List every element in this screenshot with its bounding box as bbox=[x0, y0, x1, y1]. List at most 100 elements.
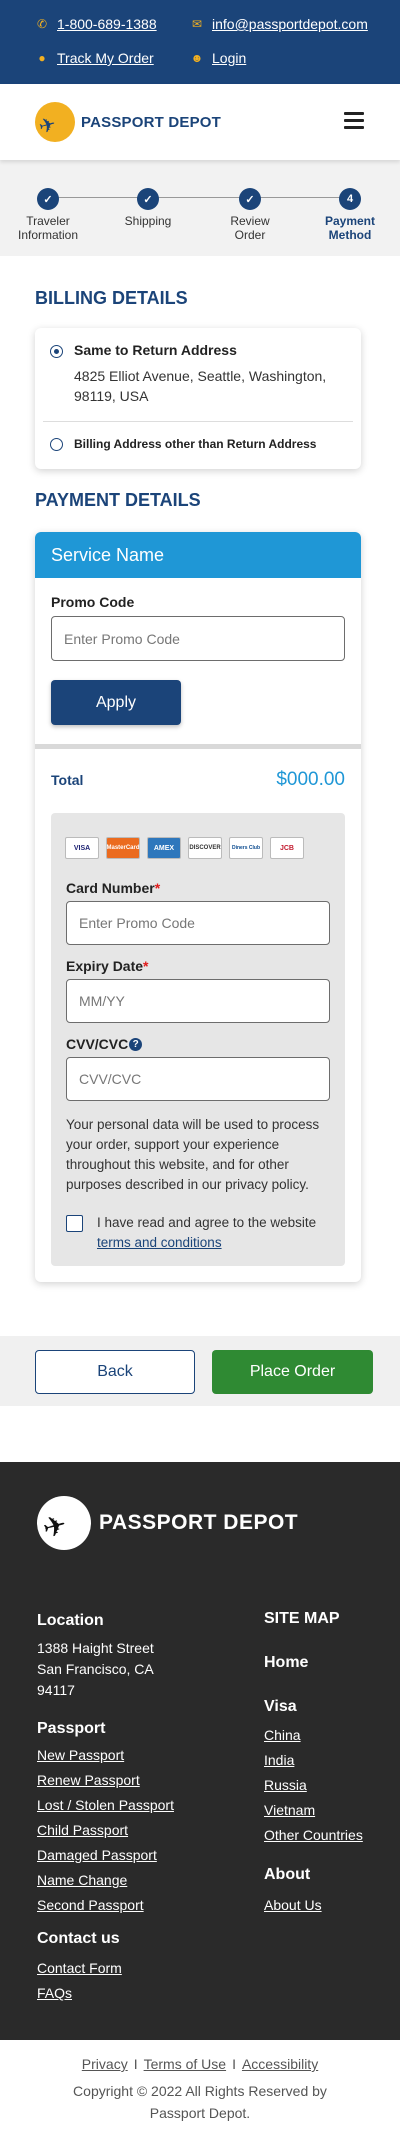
footer-link-lost-stolen[interactable]: Lost / Stolen Passport bbox=[37, 1797, 174, 1813]
mastercard-icon: MasterCard bbox=[106, 837, 140, 859]
login-link[interactable]: ☻ Login bbox=[190, 50, 247, 66]
footer-brand-name: PASSPORT DEPOT bbox=[99, 1511, 299, 1534]
footer-link-other-countries[interactable]: Other Countries bbox=[264, 1827, 363, 1843]
phone-icon: ✆ bbox=[36, 17, 48, 31]
footer-link-russia[interactable]: Russia bbox=[264, 1777, 307, 1793]
footer-passport-title: Passport bbox=[37, 1720, 106, 1737]
card-number-input[interactable]: Enter Promo Code bbox=[66, 901, 330, 945]
email-link[interactable]: ✉ info@passportdepot.com bbox=[190, 16, 368, 32]
check-icon: ✓ bbox=[239, 188, 261, 210]
footer-link-second-passport[interactable]: Second Passport bbox=[37, 1897, 144, 1913]
location-pin-icon: ● bbox=[38, 51, 46, 65]
step-payment-method[interactable]: 4 Payment Method bbox=[305, 188, 395, 242]
footer-contact-title: Contact us bbox=[37, 1930, 120, 1947]
brand-logo[interactable]: ✈ PASSPORT DEPOT bbox=[35, 102, 221, 142]
billing-title: BILLING DETAILS bbox=[35, 288, 188, 308]
step-traveler-information[interactable]: ✓ Traveler Information bbox=[3, 188, 93, 242]
footer-location-title: Location bbox=[37, 1612, 104, 1629]
email-address[interactable]: info@passportdepot.com bbox=[212, 16, 368, 32]
cvv-input[interactable]: CVV/CVC bbox=[66, 1057, 330, 1101]
track-order-label[interactable]: Track My Order bbox=[57, 50, 154, 66]
brand-name: PASSPORT DEPOT bbox=[81, 113, 222, 131]
phone-link[interactable]: ✆ 1-800-689-1388 bbox=[35, 16, 157, 32]
footer-link-about-us[interactable]: About Us bbox=[264, 1897, 322, 1913]
step-shipping[interactable]: ✓ Shipping bbox=[103, 188, 193, 228]
footer-link-contact-form[interactable]: Contact Form bbox=[37, 1960, 122, 1976]
copyright: Copyright © 2022 All Rights Reserved by … bbox=[73, 2083, 327, 2121]
diners-club-icon: Diners Club bbox=[229, 837, 263, 859]
phone-number[interactable]: 1-800-689-1388 bbox=[57, 16, 157, 32]
expiry-date-input[interactable]: MM/YY bbox=[66, 979, 330, 1023]
legal-links: Privacy I Terms of Use I Accessibility bbox=[0, 2056, 400, 2072]
step-number: 4 bbox=[339, 188, 361, 210]
logo-plane-icon: ✈ bbox=[35, 102, 75, 142]
privacy-link[interactable]: Privacy bbox=[82, 2056, 128, 2072]
footer-link-new-passport[interactable]: New Passport bbox=[37, 1747, 124, 1763]
legal-bar: Privacy I Terms of Use I Accessibility C… bbox=[0, 2040, 400, 2134]
checkout-stepper: ✓ Traveler Information ✓ Shipping ✓ Revie… bbox=[0, 160, 400, 256]
total-label: Total bbox=[51, 772, 84, 788]
hamburger-menu-icon[interactable] bbox=[344, 112, 364, 130]
billing-return-address: 4825 Elliot Avenue, Seattle, Washington,… bbox=[74, 368, 327, 404]
card-payment-form: VISA MasterCard AMEX DISCOVER Diners Clu… bbox=[51, 813, 345, 1266]
card-number-label: Card Number* bbox=[66, 880, 161, 896]
privacy-notice: Your personal data will be used to proce… bbox=[66, 1117, 320, 1192]
footer-link-vietnam[interactable]: Vietnam bbox=[264, 1802, 315, 1818]
accessibility-link[interactable]: Accessibility bbox=[242, 2056, 318, 2072]
footer-link-child-passport[interactable]: Child Passport bbox=[37, 1822, 128, 1838]
divider bbox=[43, 421, 353, 422]
footer-address: 1388 Haight Street San Francisco, CA 941… bbox=[37, 1640, 154, 1698]
agree-terms-checkbox[interactable] bbox=[66, 1215, 83, 1232]
jcb-icon: JCB bbox=[270, 837, 304, 859]
footer-link-renew-passport[interactable]: Renew Passport bbox=[37, 1772, 140, 1788]
check-icon: ✓ bbox=[137, 188, 159, 210]
expiry-date-label: Expiry Date* bbox=[66, 958, 149, 974]
help-icon[interactable]: ? bbox=[129, 1037, 143, 1051]
billing-same-radio[interactable] bbox=[50, 345, 63, 358]
user-icon: ☻ bbox=[190, 51, 204, 65]
terms-of-use-link[interactable]: Terms of Use bbox=[144, 2056, 226, 2072]
site-footer: ✈ PASSPORT DEPOT Location 1388 Haight St… bbox=[0, 1462, 400, 2040]
payment-title: PAYMENT DETAILS bbox=[35, 490, 201, 510]
total-value: $000.00 bbox=[276, 769, 345, 790]
footer-visa-title: Visa bbox=[264, 1698, 297, 1715]
apply-button[interactable]: Apply bbox=[51, 680, 181, 725]
billing-same-label[interactable]: Same to Return Address bbox=[74, 342, 237, 358]
promo-code-label: Promo Code bbox=[51, 594, 135, 610]
step-review-order[interactable]: ✓ Review Order bbox=[205, 188, 295, 242]
visa-icon: VISA bbox=[65, 837, 99, 859]
payment-card: Service Name Promo Code Enter Promo Code… bbox=[35, 532, 361, 1282]
amex-icon: AMEX bbox=[147, 837, 181, 859]
footer-link-china[interactable]: China bbox=[264, 1727, 301, 1743]
footer-link-faqs[interactable]: FAQs bbox=[37, 1985, 72, 2001]
promo-code-input[interactable]: Enter Promo Code bbox=[51, 616, 345, 661]
login-label[interactable]: Login bbox=[212, 50, 246, 66]
billing-card: Same to Return Address 4825 Elliot Avenu… bbox=[35, 328, 361, 469]
logo-plane-icon: ✈ bbox=[37, 1496, 91, 1550]
footer-link-home[interactable]: Home bbox=[264, 1654, 308, 1672]
site-header: ✈ PASSPORT DEPOT bbox=[0, 84, 400, 160]
track-order-link[interactable]: ● Track My Order bbox=[35, 50, 154, 66]
cvv-label: CVV/CVC ? bbox=[66, 1036, 143, 1052]
service-name-header: Service Name bbox=[35, 532, 361, 578]
billing-other-label[interactable]: Billing Address other than Return Addres… bbox=[74, 437, 316, 451]
top-bar: ✆ 1-800-689-1388 ✉ info@passportdepot.co… bbox=[0, 0, 400, 84]
place-order-button[interactable]: Place Order bbox=[212, 1350, 373, 1394]
footer-link-india[interactable]: India bbox=[264, 1752, 294, 1768]
checkout-actions: Back Place Order bbox=[0, 1336, 400, 1406]
separator: I bbox=[133, 2056, 138, 2072]
discover-icon: DISCOVER bbox=[188, 837, 222, 859]
footer-about-title: About bbox=[264, 1866, 311, 1883]
agree-terms-text: I have read and agree to the website ter… bbox=[97, 1213, 333, 1253]
billing-other-radio[interactable] bbox=[50, 438, 63, 451]
footer-link-damaged-passport[interactable]: Damaged Passport bbox=[37, 1847, 157, 1863]
terms-link[interactable]: terms and conditions bbox=[97, 1233, 333, 1253]
separator: I bbox=[232, 2056, 236, 2072]
footer-logo[interactable]: ✈ PASSPORT DEPOT bbox=[37, 1496, 298, 1550]
footer-sitemap-title: SITE MAP bbox=[264, 1610, 340, 1627]
footer-link-name-change[interactable]: Name Change bbox=[37, 1872, 127, 1888]
back-button[interactable]: Back bbox=[35, 1350, 195, 1394]
email-icon: ✉ bbox=[191, 17, 203, 31]
section-divider bbox=[35, 744, 361, 749]
check-icon: ✓ bbox=[37, 188, 59, 210]
